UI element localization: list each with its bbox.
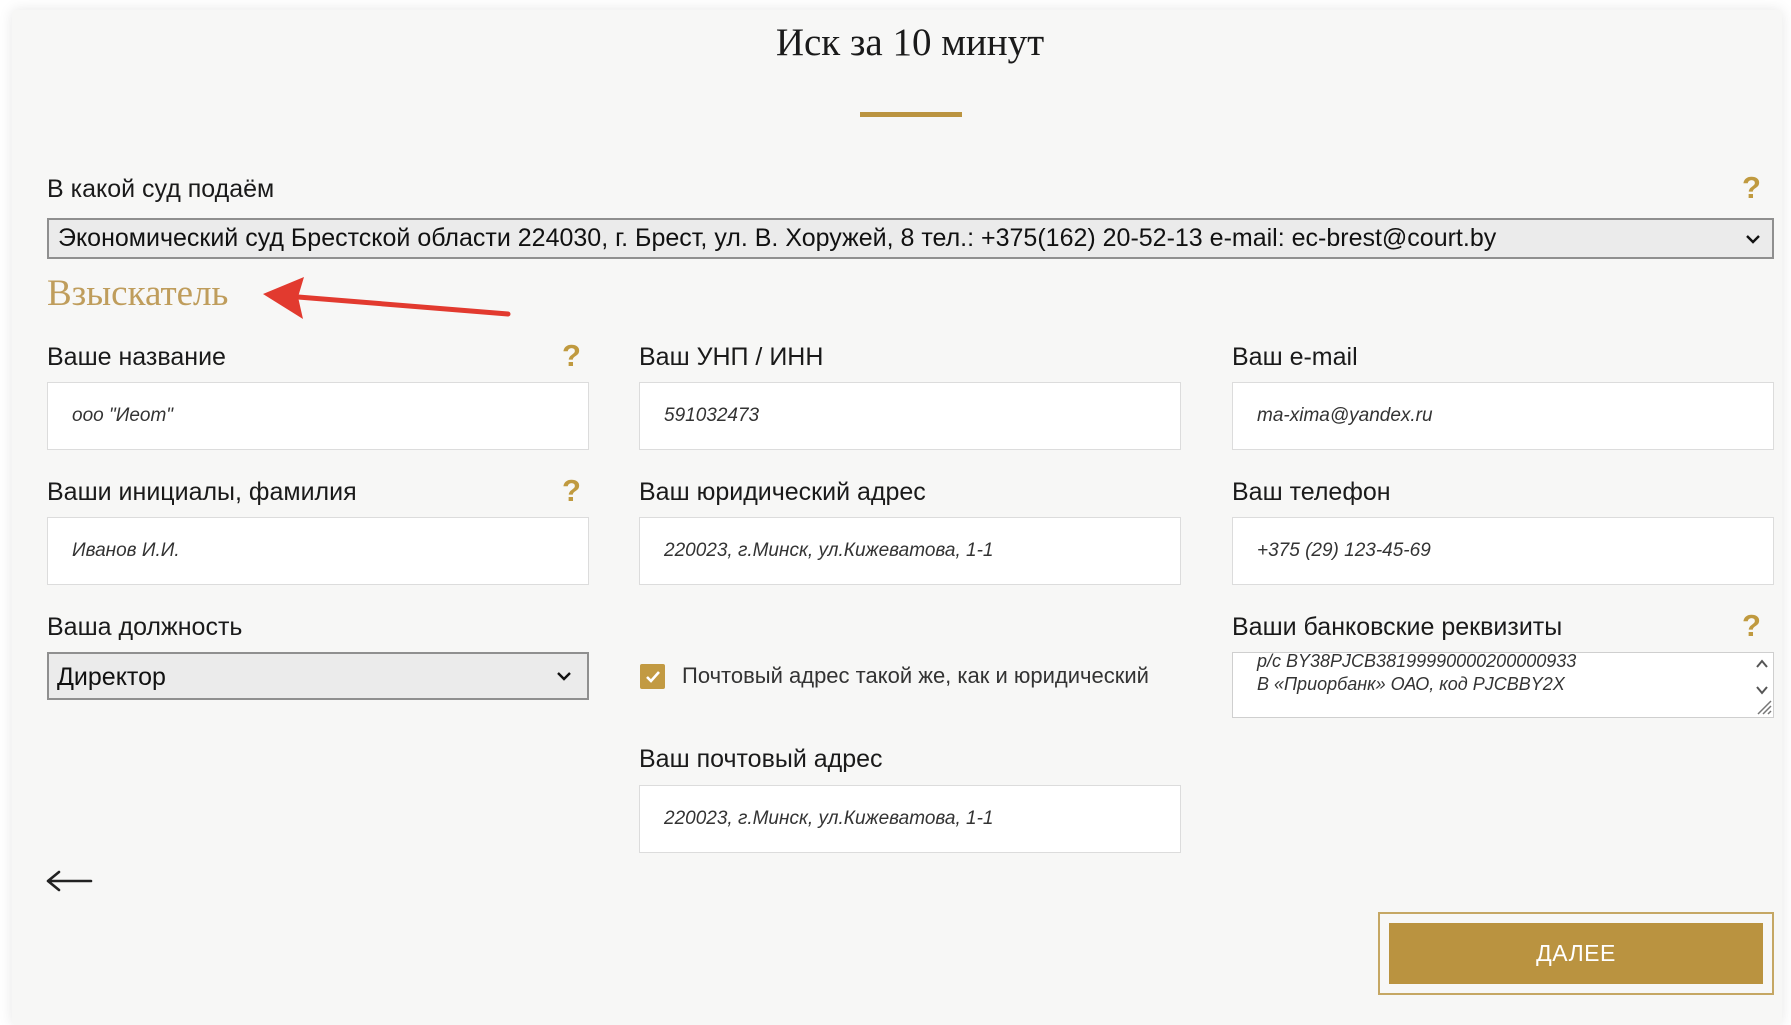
page-title: Иск за 10 минут <box>775 21 1045 64</box>
position-select[interactable]: Директор <box>47 652 589 700</box>
court-select-value: Экономический суд Брестской области 2240… <box>58 224 1497 252</box>
bank-label: Ваши банковские реквизиты <box>1232 613 1563 641</box>
court-select[interactable]: Экономический суд Брестской области 2240… <box>47 218 1774 259</box>
initials-input[interactable]: Иванов И.И. <box>47 517 589 585</box>
name-input[interactable]: ооо "Иеот" <box>47 382 589 450</box>
bank-textarea[interactable]: р/с BY38PJCB38199990000200000933 В «Прио… <box>1232 651 1774 718</box>
chevron-down-icon <box>549 654 579 698</box>
textarea-scrollbar[interactable] <box>1752 654 1772 716</box>
postal-address-input[interactable]: 220023, г.Минск, ул.Кижеватова, 1-1 <box>639 785 1181 853</box>
next-button[interactable]: ДАЛЕЕ <box>1389 923 1763 984</box>
position-label: Ваша должность <box>47 613 243 641</box>
initials-help-icon[interactable]: ? <box>562 473 581 509</box>
court-help-icon[interactable]: ? <box>1742 170 1761 206</box>
legal-address-label: Ваш юридический адрес <box>639 478 926 506</box>
section-title-creditor: Взыскатель <box>47 273 229 314</box>
arrow-left-icon[interactable] <box>45 866 95 896</box>
postal-same-checkbox[interactable] <box>640 664 665 689</box>
position-select-value: Директор <box>57 663 166 691</box>
unp-input[interactable]: 591032473 <box>639 382 1181 450</box>
bank-help-icon[interactable]: ? <box>1742 608 1761 644</box>
chevron-down-icon <box>1738 220 1768 257</box>
initials-label: Ваши инициалы, фамилия <box>47 478 357 506</box>
next-button-frame: ДАЛЕЕ <box>1378 912 1774 995</box>
email-label: Ваш e-mail <box>1232 343 1358 371</box>
legal-address-input[interactable]: 220023, г.Минск, ул.Кижеватова, 1-1 <box>639 517 1181 585</box>
name-label: Ваше название <box>47 343 226 371</box>
phone-label: Ваш телефон <box>1232 478 1391 506</box>
email-input[interactable]: ma-xima@yandex.ru <box>1232 382 1774 450</box>
red-arrow-annotation-icon <box>263 277 511 319</box>
bank-line-1: р/с BY38PJCB38199990000200000933 <box>1257 651 1577 671</box>
court-label: В какой суд подаём <box>47 175 275 203</box>
bank-line-2: В «Приорбанк» ОАО, код PJCBBY2X <box>1257 674 1565 694</box>
check-icon <box>645 671 660 683</box>
title-divider <box>860 112 962 117</box>
postal-same-label[interactable]: Почтовый адрес такой же, как и юридическ… <box>682 663 1149 689</box>
unp-label: Ваш УНП / ИНН <box>639 343 824 371</box>
name-help-icon[interactable]: ? <box>562 338 581 374</box>
postal-address-label: Ваш почтовый адрес <box>639 745 883 773</box>
phone-input[interactable]: +375 (29) 123-45-69 <box>1232 517 1774 585</box>
